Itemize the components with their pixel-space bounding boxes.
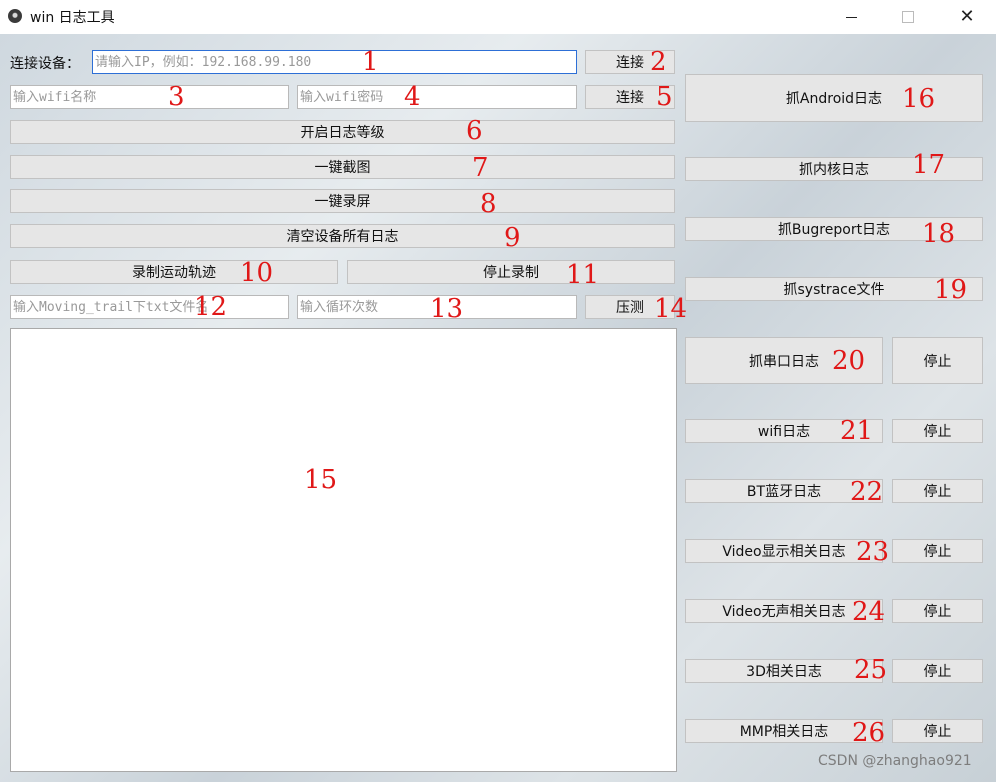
annotation-1: 1 [362, 47, 379, 77]
annotation-20: 20 [832, 346, 866, 376]
clear-logs-button[interactable]: 清空设备所有日志 [10, 224, 675, 248]
annotation-10: 10 [240, 258, 274, 288]
annotation-21: 21 [840, 416, 874, 446]
annotation-24: 24 [852, 597, 886, 627]
annotation-7: 7 [472, 153, 489, 183]
video-display-log-button[interactable]: Video显示相关日志 [685, 539, 883, 563]
stop-record-button[interactable]: 停止录制 [347, 260, 675, 284]
annotation-23: 23 [856, 537, 890, 567]
annotation-25: 25 [854, 655, 888, 685]
maximize-icon [902, 11, 914, 23]
bt-log-stop-button[interactable]: 停止 [892, 479, 983, 503]
record-trail-button[interactable]: 录制运动轨迹 [10, 260, 338, 284]
annotation-4: 4 [404, 82, 421, 112]
annotation-19: 19 [934, 275, 968, 305]
watermark: CSDN @zhanghao921 [818, 753, 972, 769]
mmp-log-stop-button[interactable]: 停止 [892, 719, 983, 743]
annotation-2: 2 [650, 47, 667, 77]
trail-file-input[interactable] [10, 295, 289, 319]
main-panel: 连接设备： 连接 连接 开启日志等级 一键截图 一键录屏 清空设备所有日志 录制… [0, 34, 996, 782]
wifi-name-input[interactable] [10, 85, 289, 109]
annotation-14: 14 [654, 294, 688, 324]
title-bar: win 日志工具 ✕ [0, 0, 996, 34]
window-title: win 日志工具 [30, 10, 115, 26]
wifi-log-stop-button[interactable]: 停止 [892, 419, 983, 443]
annotation-5: 5 [656, 82, 673, 112]
annotation-15: 15 [304, 465, 338, 495]
screen-record-button[interactable]: 一键录屏 [10, 189, 675, 213]
annotation-17: 17 [912, 150, 946, 180]
annotation-13: 13 [430, 294, 464, 324]
log-level-button[interactable]: 开启日志等级 [10, 120, 675, 144]
maximize-button[interactable] [885, 0, 931, 34]
annotation-3: 3 [168, 82, 185, 112]
annotation-16: 16 [902, 84, 936, 114]
minimize-button[interactable] [828, 0, 874, 34]
video-display-stop-button[interactable]: 停止 [892, 539, 983, 563]
annotation-12: 12 [194, 292, 228, 322]
app-icon [8, 9, 22, 23]
close-icon: ✕ [959, 6, 975, 27]
annotation-11: 11 [566, 260, 600, 290]
serial-log-stop-button[interactable]: 停止 [892, 337, 983, 384]
close-button[interactable]: ✕ [944, 0, 990, 34]
ip-input[interactable] [92, 50, 577, 74]
annotation-9: 9 [504, 223, 521, 253]
annotation-26: 26 [852, 718, 886, 748]
log-output-area[interactable] [10, 328, 677, 772]
minimize-icon [845, 16, 857, 18]
wifi-password-input[interactable] [297, 85, 577, 109]
3d-log-stop-button[interactable]: 停止 [892, 659, 983, 683]
android-log-button[interactable]: 抓Android日志 [685, 74, 983, 122]
video-silent-stop-button[interactable]: 停止 [892, 599, 983, 623]
annotation-22: 22 [850, 477, 884, 507]
annotation-6: 6 [466, 116, 483, 146]
connect-device-label: 连接设备： [10, 56, 80, 72]
annotation-8: 8 [480, 189, 497, 219]
annotation-18: 18 [922, 219, 956, 249]
screenshot-button[interactable]: 一键截图 [10, 155, 675, 179]
